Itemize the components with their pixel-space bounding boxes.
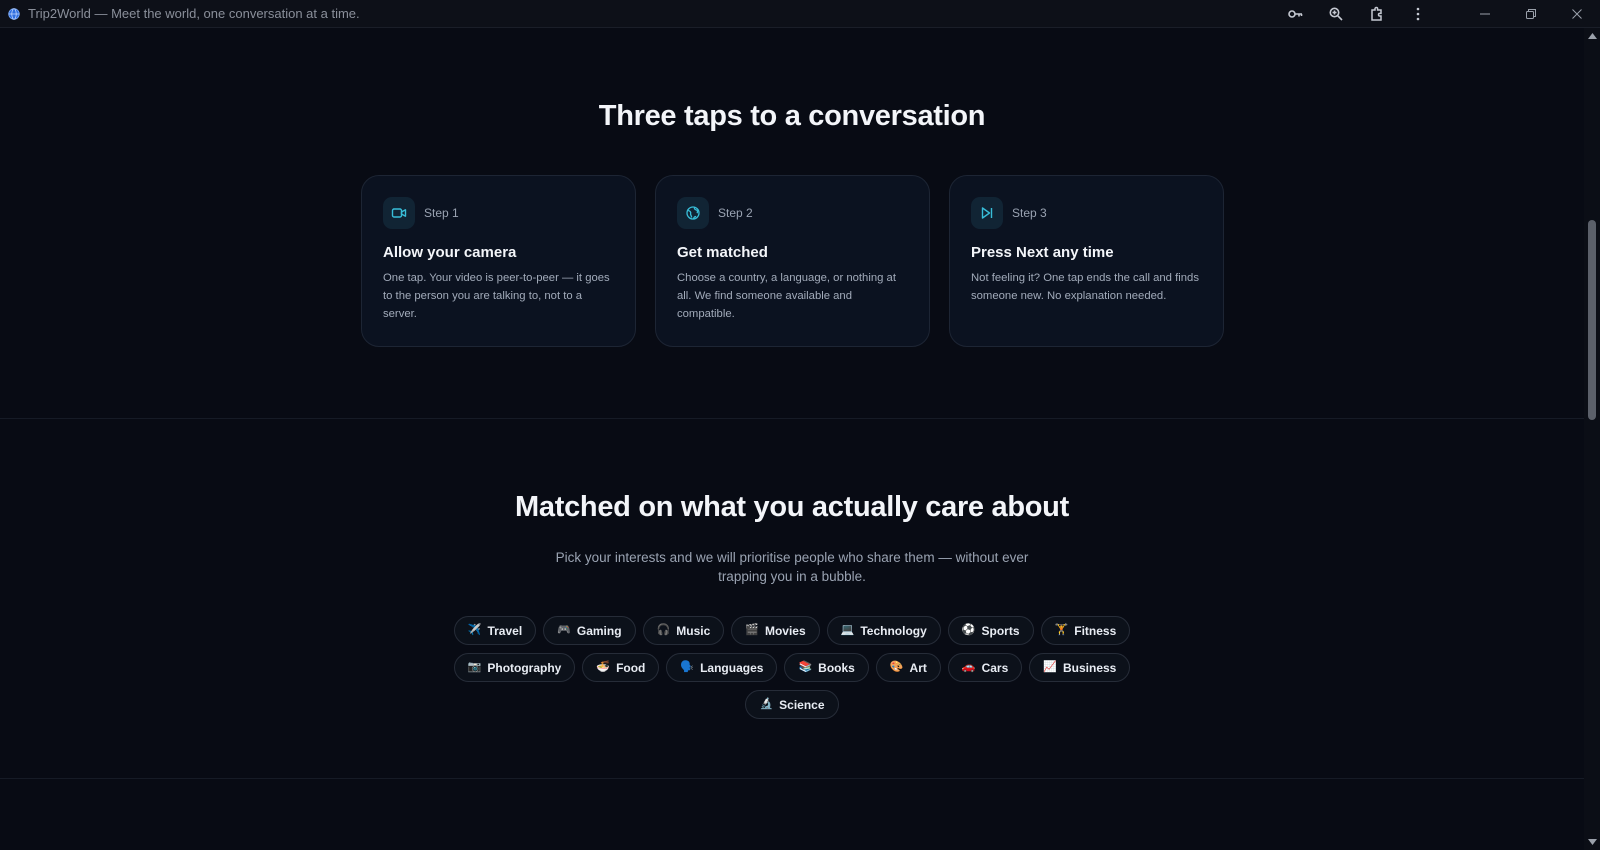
minimize-button[interactable] [1462, 0, 1508, 28]
game-controller-icon: 🎮 [557, 624, 571, 636]
interest-chip-travel[interactable]: ✈️ Travel [453, 616, 537, 645]
microscope-icon: 🔬 [759, 698, 774, 710]
chip-label: Travel [487, 623, 523, 638]
step-card-1: Step 1 Allow your camera One tap. Your v… [361, 175, 636, 347]
window-title: Trip2World — Meet the world, one convers… [28, 6, 360, 21]
menu-icon [1416, 7, 1419, 21]
scrollbar-thumb[interactable] [1588, 220, 1596, 420]
interest-chips-row-2: 📷 Photography 🍜 Food 🗣️ Languages 📚 Books 🎨 A… [453, 653, 1131, 682]
zoom-icon [1329, 7, 1343, 21]
step-card-3: Step 3 Press Next any time Not feeling i… [949, 175, 1224, 347]
chip-label: Food [616, 660, 646, 675]
zoom-button[interactable] [1315, 0, 1356, 28]
interest-chip-technology[interactable]: 💻 Technology [826, 616, 941, 645]
chip-label: Photography [487, 660, 562, 675]
step-title: Press Next any time [971, 244, 1114, 261]
restore-button[interactable] [1508, 0, 1554, 28]
section-divider [0, 778, 1584, 779]
interest-chip-sports[interactable]: ⚽ Sports [947, 616, 1034, 645]
soccer-ball-icon: ⚽ [961, 624, 976, 636]
chip-label: Science [779, 697, 825, 712]
weightlifter-icon: 🏋️ [1054, 624, 1069, 636]
chip-label: Fitness [1074, 623, 1117, 638]
interest-chips-row-1: ✈️ Travel 🎮 Gaming 🎧 Music 🎬 Movies 💻 Technol… [453, 616, 1131, 645]
chip-label: Business [1062, 660, 1117, 675]
step-label: Step 2 [718, 206, 753, 220]
interest-chip-fitness[interactable]: 🏋️ Fitness [1040, 616, 1131, 645]
step-description: Choose a country, a language, or nothing… [677, 272, 896, 320]
title-bar: Trip2World — Meet the world, one convers… [0, 0, 1600, 28]
restore-icon [1526, 9, 1536, 19]
interest-chip-music[interactable]: 🎧 Music [642, 616, 725, 645]
minimize-icon [1480, 13, 1490, 15]
step-description: Not feeling it? One tap ends the call an… [971, 272, 1199, 302]
extensions-icon [1370, 6, 1382, 21]
step-card-2: Step 2 Get matched Choose a country, a l… [655, 175, 930, 347]
browser-menu-button[interactable] [1397, 0, 1438, 28]
step-label: Step 3 [1012, 206, 1047, 220]
chip-label: Books [818, 660, 855, 675]
food-bowl-icon: 🍜 [596, 661, 611, 673]
chip-label: Gaming [576, 623, 622, 638]
chip-label: Languages [700, 660, 764, 675]
airplane-icon: ✈️ [467, 624, 482, 636]
section-divider [0, 418, 1584, 419]
step-label: Step 1 [424, 206, 459, 220]
interest-chips-row-3: 🔬 Science [462, 690, 1122, 719]
chip-label: Art [909, 660, 927, 675]
step-description: One tap. Your video is peer-to-peer — it… [383, 272, 610, 320]
interest-chip-food[interactable]: 🍜 Food [582, 653, 660, 682]
page-content: Three taps to a conversation Step 1 Allo… [0, 28, 1584, 850]
interest-chip-movies[interactable]: 🎬 Movies [731, 616, 820, 645]
chip-label: Music [676, 623, 711, 638]
laptop-icon: 💻 [840, 624, 855, 636]
password-key-button[interactable] [1274, 0, 1315, 28]
chip-label: Technology [860, 623, 927, 638]
speaking-head-icon: 🗣️ [680, 661, 695, 673]
interest-chip-books[interactable]: 📚 Books [784, 653, 869, 682]
scroll-up-arrow-icon[interactable] [1584, 28, 1600, 44]
interests-heading: Matched on what you actually care about [515, 491, 1069, 523]
close-icon [1572, 9, 1582, 19]
palette-icon: 🎨 [889, 661, 904, 673]
interest-chip-business[interactable]: 📈 Business [1029, 653, 1131, 682]
steps-heading: Three taps to a conversation [598, 100, 986, 132]
interests-subtitle: Pick your interests and we will prioriti… [555, 550, 1029, 584]
interest-chip-art[interactable]: 🎨 Art [875, 653, 941, 682]
key-icon [1287, 10, 1302, 18]
step-title: Get matched [677, 244, 768, 261]
extensions-button[interactable] [1356, 0, 1397, 28]
books-icon: 📚 [798, 661, 813, 673]
chip-label: Sports [981, 623, 1020, 638]
scroll-down-arrow-icon[interactable] [1584, 834, 1600, 850]
interest-chip-photography[interactable]: 📷 Photography [453, 653, 576, 682]
chip-label: Cars [981, 660, 1009, 675]
interest-chip-cars[interactable]: 🚗 Cars [947, 653, 1023, 682]
interest-chip-gaming[interactable]: 🎮 Gaming [543, 616, 636, 645]
headphones-icon: 🎧 [656, 624, 671, 636]
close-button[interactable] [1554, 0, 1600, 28]
video-camera-icon [383, 197, 415, 229]
interest-chip-science[interactable]: 🔬 Science [745, 690, 839, 719]
car-icon: 🚗 [961, 661, 976, 673]
step-title: Allow your camera [383, 244, 517, 261]
clapperboard-icon: 🎬 [745, 624, 759, 636]
chart-icon: 📈 [1043, 661, 1057, 673]
interest-chip-languages[interactable]: 🗣️ Languages [666, 653, 778, 682]
page-scrollbar[interactable] [1584, 28, 1600, 850]
globe-icon [677, 197, 709, 229]
toolbar [1274, 0, 1600, 28]
site-globe-icon [8, 7, 20, 20]
chip-label: Movies [764, 623, 806, 638]
camera-icon: 📷 [467, 661, 482, 673]
skip-forward-icon [971, 197, 1003, 229]
